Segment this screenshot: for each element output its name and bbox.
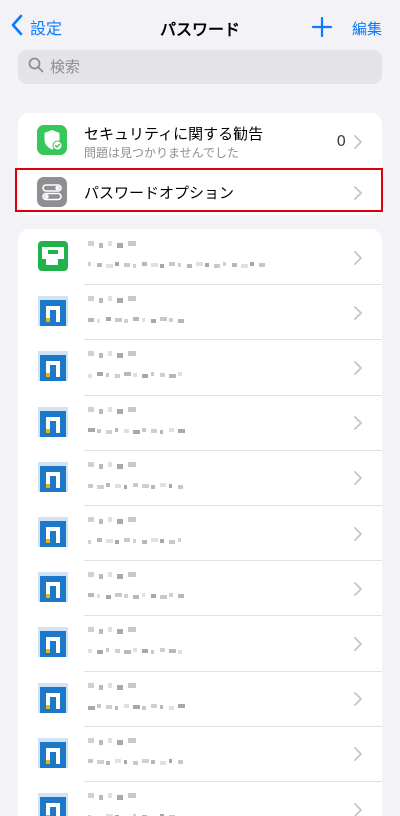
security-shield-icon: [37, 125, 67, 155]
chevron-right-icon: [354, 134, 362, 149]
plus-icon: [311, 16, 333, 42]
accounts-list: [18, 229, 382, 816]
password-options-row[interactable]: パスワードオプション: [18, 169, 382, 215]
chevron-right-icon: [354, 360, 362, 375]
account-row[interactable]: [18, 671, 382, 726]
chevron-right-icon: [354, 305, 362, 320]
account-row[interactable]: [18, 560, 382, 615]
add-password-button[interactable]: [311, 16, 333, 38]
chevron-right-icon: [354, 415, 362, 431]
blue-app-icon: [38, 296, 68, 327]
blue-app-icon: [38, 351, 68, 382]
toggles-icon: [37, 177, 67, 207]
blue-app-icon: [38, 627, 68, 658]
security-title: セキュリティに関する勧告: [84, 125, 264, 143]
chevron-right-icon: [354, 470, 362, 486]
search-input[interactable]: [50, 58, 350, 76]
blue-app-icon: [38, 517, 68, 547]
blue-app-icon: [38, 406, 68, 437]
blue-app-icon: [38, 572, 68, 603]
settings-card: セキュリティに関する勧告 問題は見つかりませんでした 0 パスワードオプション: [18, 113, 382, 215]
account-row[interactable]: [18, 726, 382, 781]
security-count-badge: 0: [336, 132, 346, 150]
chevron-right-icon: [354, 691, 362, 707]
chevron-right-icon: [354, 802, 362, 816]
chevron-right-icon: [354, 250, 362, 265]
search-icon: [28, 57, 44, 77]
blue-app-icon: [38, 737, 68, 768]
blue-app-icon: [38, 682, 68, 713]
account-row[interactable]: [18, 395, 382, 450]
account-row[interactable]: [18, 284, 382, 339]
account-row[interactable]: [18, 450, 382, 505]
chevron-right-icon: [354, 526, 362, 541]
chevron-right-icon: [354, 185, 362, 200]
green-app-icon: [38, 241, 68, 271]
account-row[interactable]: [18, 615, 382, 670]
chevron-right-icon: [354, 581, 362, 596]
page-title: パスワード: [159, 20, 240, 39]
account-row[interactable]: [18, 781, 382, 816]
chevron-right-icon: [354, 746, 362, 762]
navigation-bar: 設定 パスワード 編集: [0, 0, 400, 48]
edit-button[interactable]: 編集: [352, 18, 382, 39]
security-recommendations-row[interactable]: セキュリティに関する勧告 問題は見つかりませんでした 0: [18, 113, 382, 168]
chevron-right-icon: [354, 636, 362, 651]
account-row[interactable]: [18, 505, 382, 560]
blue-app-icon: [38, 793, 68, 816]
security-subtitle: 問題は見つかりませんでした: [84, 146, 240, 160]
blue-app-icon: [38, 461, 68, 492]
password-options-title: パスワードオプション: [84, 184, 235, 202]
account-row[interactable]: [18, 229, 382, 284]
search-bar[interactable]: [18, 50, 382, 84]
account-row[interactable]: [18, 339, 382, 394]
